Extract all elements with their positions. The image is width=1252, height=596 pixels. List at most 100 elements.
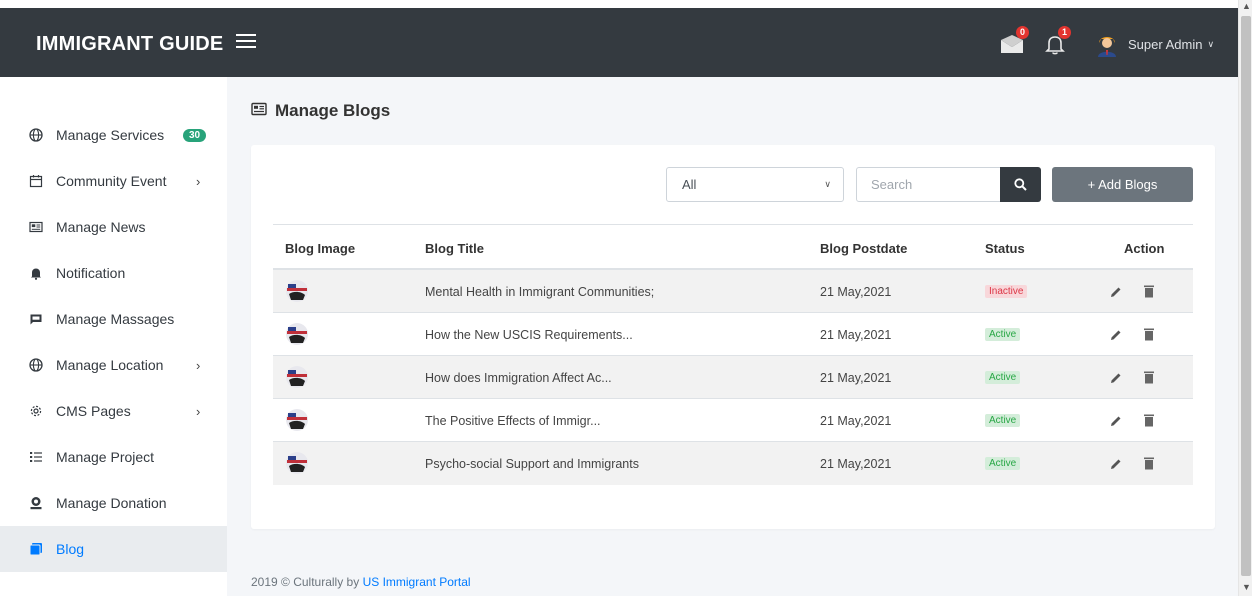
table-row: How the New USCIS Requirements... 21 May…: [273, 313, 1193, 356]
status-badge: Inactive: [985, 285, 1028, 298]
sidebar-item-manage-project[interactable]: Manage Project: [0, 434, 227, 480]
sidebar: Manage Services 30 Community Event › Man…: [0, 77, 227, 596]
page-scrollbar[interactable]: ▲ ▼: [1238, 0, 1252, 596]
sidebar-item-manage-location[interactable]: Manage Location ›: [0, 342, 227, 388]
column-header: Blog Title: [425, 241, 484, 256]
footer-link[interactable]: US Immigrant Portal: [363, 575, 471, 589]
chevron-right-icon: ›: [196, 173, 201, 189]
mail-count-badge: 0: [1016, 26, 1029, 39]
edit-icon[interactable]: [1109, 457, 1123, 471]
calendar-icon: [29, 174, 43, 188]
status-filter-select[interactable]: All ∨: [666, 167, 844, 202]
donation-icon: [29, 496, 43, 510]
table-row: Mental Health in Immigrant Communities; …: [273, 270, 1193, 313]
sidebar-item-label: CMS Pages: [56, 403, 131, 419]
chevron-down-icon: ∨: [824, 179, 831, 189]
status-badge: Active: [985, 457, 1021, 470]
services-count-badge: 30: [183, 128, 207, 142]
sidebar-item-label: Manage Location: [56, 357, 164, 373]
delete-icon[interactable]: [1143, 456, 1155, 470]
table-row: The Positive Effects of Immigr... 21 May…: [273, 399, 1193, 442]
status-badge: Active: [985, 414, 1021, 427]
top-navbar: IMMIGRANT GUIDE 0 1 Super Admin ∨: [0, 8, 1238, 77]
search-button[interactable]: [1000, 167, 1041, 202]
blog-thumbnail: [286, 366, 308, 388]
sidebar-item-manage-services[interactable]: Manage Services 30: [0, 112, 227, 158]
column-header: Status: [985, 241, 1025, 256]
newspaper-icon: [29, 220, 43, 234]
delete-icon[interactable]: [1143, 284, 1155, 298]
newspaper-icon: [251, 101, 267, 121]
column-header: Action: [1124, 241, 1165, 256]
delete-icon[interactable]: [1143, 370, 1155, 384]
sidebar-item-blog[interactable]: Blog: [0, 526, 227, 572]
gear-icon: [29, 404, 43, 418]
column-header: Blog Postdate: [820, 241, 908, 256]
table-row: How does Immigration Affect Ac... 21 May…: [273, 356, 1193, 399]
sidebar-item-label: Manage News: [56, 219, 146, 235]
sidebar-item-manage-donation[interactable]: Manage Donation: [0, 480, 227, 526]
chevron-right-icon: ›: [196, 403, 201, 419]
globe-icon: [29, 358, 43, 372]
blogs-card: All ∨ + Add Blogs Blog Image Blog Title …: [251, 145, 1215, 529]
filter-value: All: [682, 177, 697, 192]
blog-thumbnail: [286, 409, 308, 431]
globe-icon: [29, 128, 43, 142]
delete-icon[interactable]: [1143, 327, 1155, 341]
blogs-table: Blog Image Blog Title Blog Postdate Stat…: [273, 224, 1193, 485]
user-name: Super Admin: [1128, 36, 1203, 52]
blog-title: Mental Health in Immigrant Communities;: [425, 285, 655, 299]
chevron-down-icon: ∨: [1207, 38, 1215, 49]
sidebar-item-notification[interactable]: Notification: [0, 250, 227, 296]
edit-icon[interactable]: [1109, 371, 1123, 385]
add-blogs-button[interactable]: + Add Blogs: [1052, 167, 1193, 202]
message-icon: [29, 312, 43, 326]
main-content: Manage Blogs All ∨ + Add Blogs Blog Imag…: [227, 77, 1238, 596]
sidebar-item-manage-massages[interactable]: Manage Massages: [0, 296, 227, 342]
scroll-down-icon[interactable]: ▼: [1242, 582, 1251, 592]
page-title: Manage Blogs: [251, 101, 390, 121]
list-icon: [29, 450, 43, 464]
blog-title: How does Immigration Affect Ac...: [425, 371, 612, 385]
avatar: [1098, 37, 1116, 57]
blog-title: Psycho-social Support and Immigrants: [425, 457, 639, 471]
blog-title: The Positive Effects of Immigr...: [425, 414, 601, 428]
sidebar-item-label: Manage Donation: [56, 495, 167, 511]
blog-thumbnail: [286, 323, 308, 345]
blog-postdate: 21 May,2021: [820, 328, 892, 342]
edit-icon[interactable]: [1109, 285, 1123, 299]
table-row: Psycho-social Support and Immigrants 21 …: [273, 442, 1193, 485]
chevron-right-icon: ›: [196, 357, 201, 373]
blog-postdate: 21 May,2021: [820, 285, 892, 299]
sidebar-item-community-event[interactable]: Community Event ›: [0, 158, 227, 204]
blog-postdate: 21 May,2021: [820, 457, 892, 471]
sidebar-item-label: Manage Massages: [56, 311, 175, 327]
user-menu[interactable]: Super Admin ∨: [1096, 31, 1214, 57]
brand-logo[interactable]: IMMIGRANT GUIDE: [36, 33, 223, 56]
sidebar-item-label: Community Event: [56, 173, 167, 189]
column-header: Blog Image: [285, 241, 356, 256]
blog-title: How the New USCIS Requirements...: [425, 328, 633, 342]
scrollbar-thumb[interactable]: [1241, 16, 1251, 576]
footer: 2019 © Culturally by US Immigrant Portal: [251, 575, 471, 589]
status-badge: Active: [985, 328, 1021, 341]
notification-button[interactable]: 1: [1043, 26, 1071, 56]
edit-icon[interactable]: [1109, 328, 1123, 342]
sidebar-item-label: Manage Project: [56, 449, 155, 465]
search-input[interactable]: [856, 167, 1001, 202]
sidebar-item-label: Notification: [56, 265, 126, 281]
menu-toggle-icon[interactable]: [236, 34, 256, 50]
delete-icon[interactable]: [1143, 413, 1155, 427]
blog-icon: [29, 542, 43, 556]
blog-postdate: 21 May,2021: [820, 371, 892, 385]
sidebar-item-label: Blog: [56, 541, 85, 557]
blog-thumbnail: [286, 280, 308, 302]
sidebar-item-manage-news[interactable]: Manage News: [0, 204, 227, 250]
footer-text: 2019 © Culturally by: [251, 575, 363, 589]
sidebar-item-cms-pages[interactable]: CMS Pages ›: [0, 388, 227, 434]
scroll-up-icon[interactable]: ▲: [1242, 1, 1251, 11]
blog-postdate: 21 May,2021: [820, 414, 892, 428]
edit-icon[interactable]: [1109, 414, 1123, 428]
blog-thumbnail: [286, 452, 308, 474]
mail-button[interactable]: 0: [999, 26, 1029, 56]
